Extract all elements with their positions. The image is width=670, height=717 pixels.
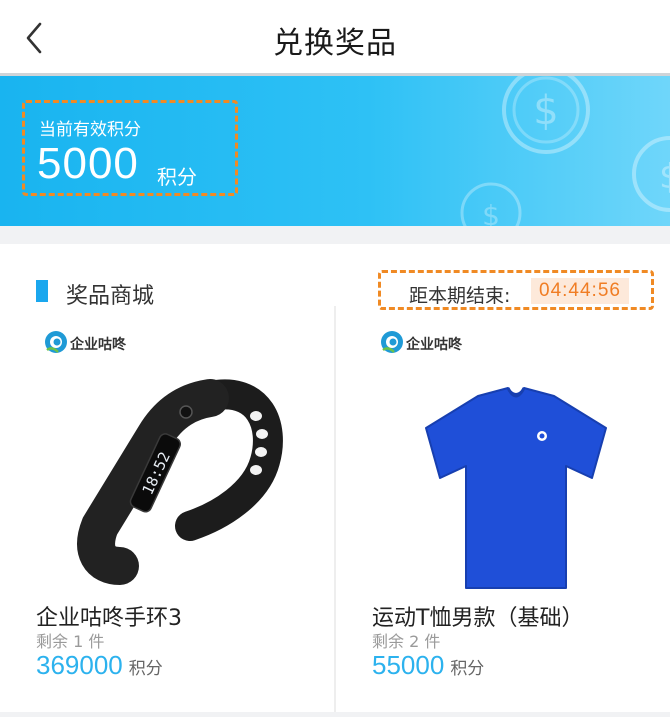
coin-icon: $ bbox=[460, 182, 522, 226]
points-label: 当前有效积分 bbox=[39, 120, 141, 140]
top-nav-bar: 兑换奖品 bbox=[0, 0, 670, 74]
price-value: 55000 bbox=[372, 650, 445, 680]
product-stock: 剩余 1 件 bbox=[36, 632, 105, 651]
codoon-logo-icon bbox=[381, 331, 403, 353]
product-price: 55000 积分 bbox=[372, 650, 484, 681]
wristband-image: 18:52 bbox=[77, 379, 283, 585]
countdown: 距本期结束: 04:44:56 bbox=[378, 270, 654, 310]
svg-text:$: $ bbox=[533, 88, 558, 134]
svg-text:$: $ bbox=[659, 157, 670, 197]
current-points-panel: 当前有效积分 5000 积分 bbox=[22, 100, 238, 196]
brand-name: 企业咕咚 bbox=[406, 337, 462, 353]
points-value: 5000 bbox=[37, 139, 139, 188]
brand-name: 企业咕咚 bbox=[70, 337, 126, 353]
countdown-time: 04:44:56 bbox=[531, 278, 629, 304]
price-value: 369000 bbox=[36, 650, 123, 680]
product-card-wristband[interactable]: 企业咕咚 18:52 企业咕咚手环3 剩余 1 件 369000 积分 bbox=[0, 316, 334, 716]
product-card-tshirt[interactable]: 企业咕咚 运动T恤男款（基础） 剩余 2 件 55000 积分 bbox=[336, 316, 670, 716]
section-gap bbox=[0, 226, 670, 244]
section-accent-bar bbox=[36, 280, 48, 302]
section-title: 奖品商城 bbox=[66, 284, 155, 309]
countdown-label: 距本期结束: bbox=[409, 285, 511, 307]
page-title: 兑换奖品 bbox=[273, 26, 397, 61]
price-unit: 积分 bbox=[128, 659, 163, 679]
points-unit: 积分 bbox=[157, 165, 197, 189]
tshirt-image bbox=[425, 387, 607, 589]
points-banner: $ $ $ 当前有效积分 5000 积分 bbox=[0, 76, 670, 226]
price-unit: 积分 bbox=[450, 659, 485, 679]
bottom-divider bbox=[0, 712, 670, 717]
exchange-prize-page: 兑换奖品 $ $ $ 当前有效积分 5000 积分 奖品商城 距本期结束: 04… bbox=[0, 0, 670, 717]
codoon-logo-icon bbox=[45, 331, 67, 353]
product-price: 369000 积分 bbox=[36, 650, 163, 681]
coin-icon: $ bbox=[502, 76, 590, 154]
coin-icon: $ bbox=[632, 136, 670, 212]
product-stock: 剩余 2 件 bbox=[372, 632, 441, 651]
svg-text:$: $ bbox=[482, 199, 500, 226]
